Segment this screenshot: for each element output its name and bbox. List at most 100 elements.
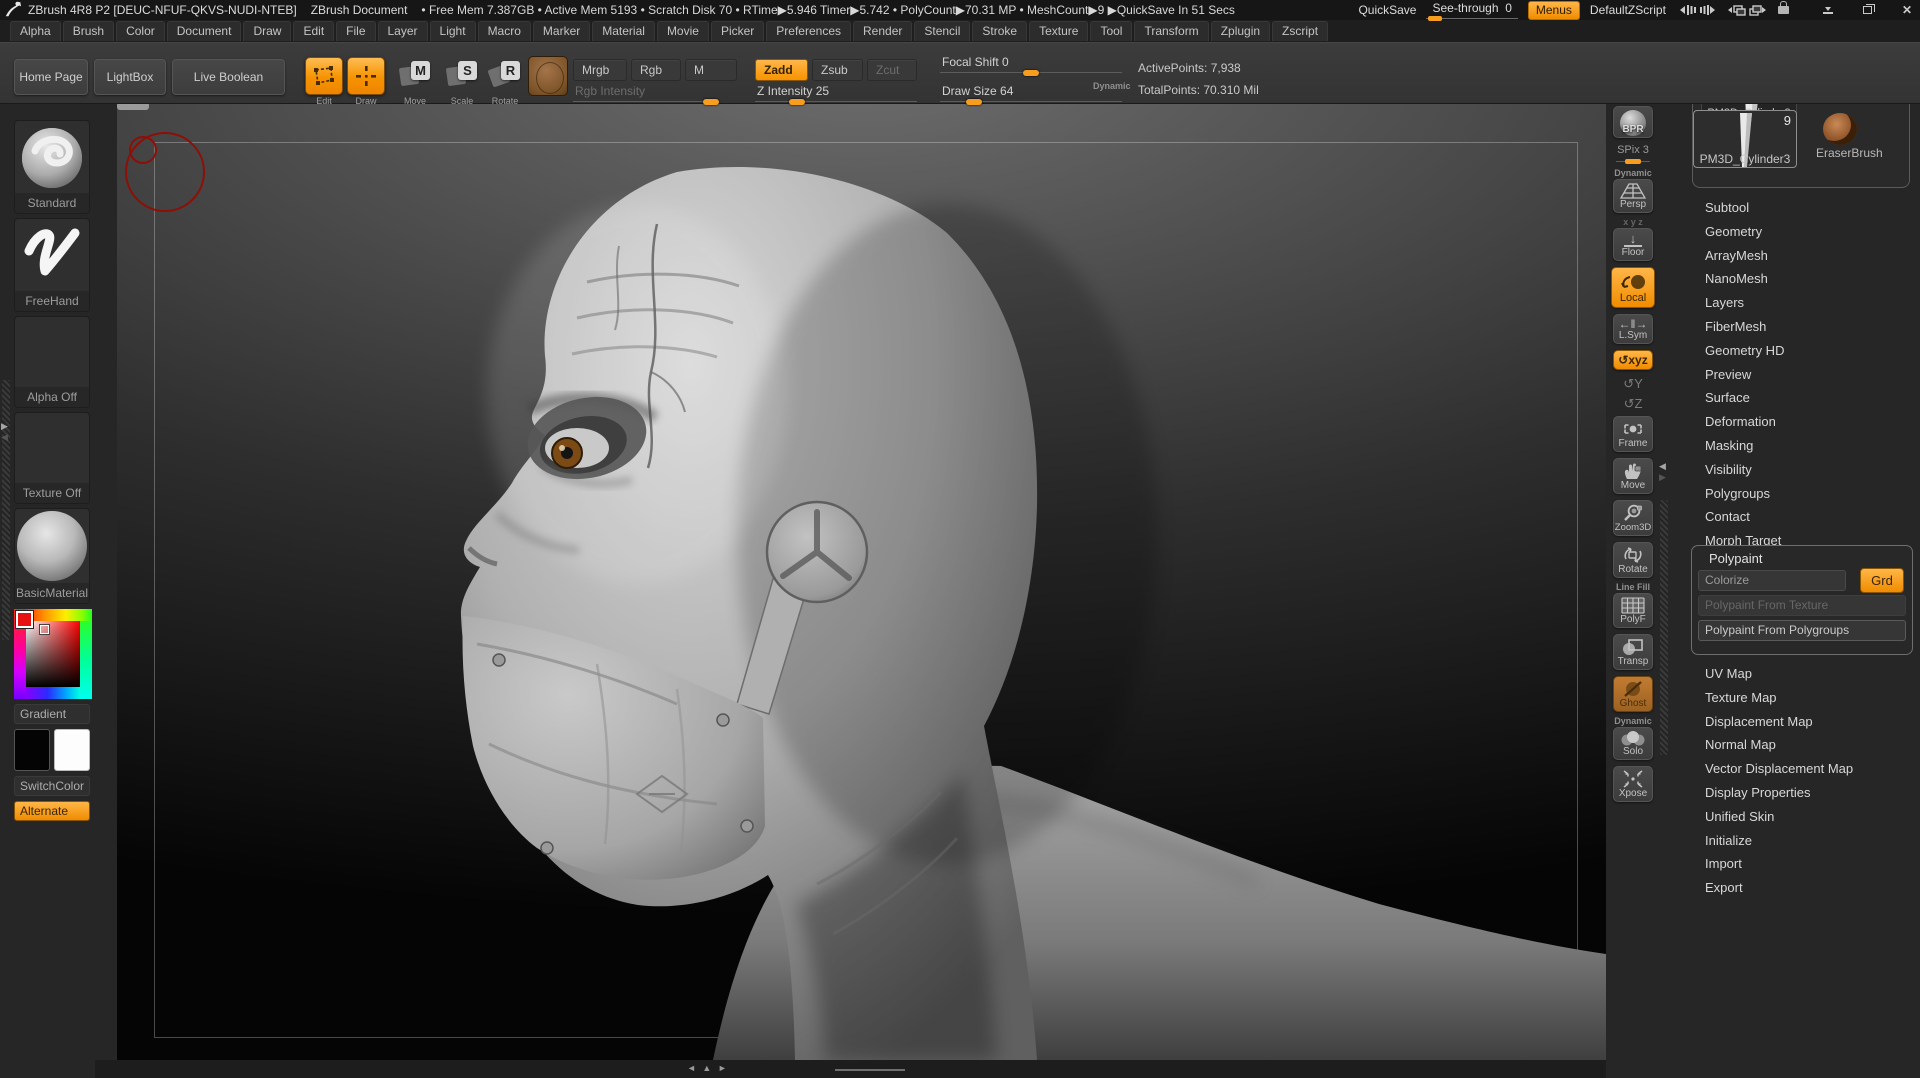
default-zscript-button[interactable]: DefaultZScript xyxy=(1590,3,1666,17)
tool-menu-layers[interactable]: Layers xyxy=(1688,291,1920,315)
current-tool[interactable]: 9 PM3D_Cylinder3 xyxy=(1693,110,1797,168)
tool-item-eraserbrush[interactable]: EraserBrush xyxy=(1816,146,1883,160)
tool-menu-unified-skin[interactable]: Unified Skin xyxy=(1688,805,1920,829)
move-view-button[interactable]: Move xyxy=(1613,458,1653,494)
live-boolean-button[interactable]: Live Boolean xyxy=(172,59,285,95)
current-brush-standard[interactable]: Standard xyxy=(14,120,90,214)
rgb-button[interactable]: Rgb xyxy=(631,59,681,81)
ghost-button[interactable]: Ghost xyxy=(1613,676,1653,712)
move-button[interactable]: M xyxy=(400,61,430,89)
color-picker[interactable] xyxy=(14,609,92,699)
z-intensity-slider[interactable]: Z Intensity 25 xyxy=(755,84,917,102)
menu-draw[interactable]: Draw xyxy=(243,21,291,41)
frame-button[interactable]: Frame xyxy=(1613,416,1653,452)
xpose-button[interactable]: Xpose xyxy=(1613,766,1653,802)
focal-shift-slider[interactable]: Focal Shift 0 xyxy=(940,55,1122,73)
tool-menu-uv-map[interactable]: UV Map xyxy=(1688,662,1920,686)
polypaint-from-texture-button[interactable]: Polypaint From Texture xyxy=(1698,595,1906,616)
switchcolor-button[interactable]: SwitchColor xyxy=(14,776,90,796)
current-material-swatch[interactable] xyxy=(528,56,568,96)
menu-movie[interactable]: Movie xyxy=(657,21,709,41)
saturation-value-square[interactable] xyxy=(26,621,80,687)
canvas-bottom-handle[interactable]: ◄ ▲ ► xyxy=(687,1063,729,1073)
hue-bar-top[interactable] xyxy=(26,609,92,621)
grd-button[interactable]: Grd xyxy=(1860,568,1904,593)
quicksave-button[interactable]: QuickSave xyxy=(1358,3,1416,17)
left-divider-strip[interactable] xyxy=(2,380,10,640)
alternate-button[interactable]: Alternate xyxy=(14,801,90,821)
window-cascade-icons[interactable] xyxy=(1726,4,1768,17)
current-stroke-freehand[interactable]: FreeHand xyxy=(14,218,90,312)
dynamic-toggle[interactable]: Dynamic xyxy=(1093,81,1131,91)
persp-button[interactable]: Persp xyxy=(1613,179,1653,213)
home-page-button[interactable]: Home Page xyxy=(14,59,88,95)
tool-menu-displacement-map[interactable]: Displacement Map xyxy=(1688,710,1920,734)
menu-tool[interactable]: Tool xyxy=(1090,21,1132,41)
menu-preferences[interactable]: Preferences xyxy=(766,21,851,41)
menu-color[interactable]: Color xyxy=(116,21,165,41)
scale-button[interactable]: S xyxy=(447,61,477,89)
m-button[interactable]: M xyxy=(685,59,737,81)
tool-menu-geometry[interactable]: Geometry xyxy=(1688,220,1920,244)
minimize-button[interactable] xyxy=(1823,6,1833,14)
viewport-canvas[interactable] xyxy=(117,104,1606,1060)
tool-menu-initialize[interactable]: Initialize xyxy=(1688,829,1920,853)
lock-icon[interactable] xyxy=(1778,6,1789,14)
current-color-swatch[interactable] xyxy=(16,611,33,628)
canvas-bottom-scrollbar[interactable] xyxy=(835,1069,905,1071)
tool-menu-texture-map[interactable]: Texture Map xyxy=(1688,686,1920,710)
rgb-intensity-slider[interactable]: Rgb Intensity xyxy=(573,84,719,102)
mrgb-button[interactable]: Mrgb xyxy=(573,59,627,81)
menus-button[interactable]: Menus xyxy=(1528,1,1580,20)
tool-menu-masking[interactable]: Masking xyxy=(1688,434,1920,458)
menu-layer[interactable]: Layer xyxy=(378,21,428,41)
colorize-button[interactable]: Colorize xyxy=(1698,570,1846,591)
tool-menu-nanomesh[interactable]: NanoMesh xyxy=(1688,267,1920,291)
zsub-button[interactable]: Zsub xyxy=(812,59,863,81)
right-divider-strip[interactable] xyxy=(1660,500,1668,755)
menu-picker[interactable]: Picker xyxy=(711,21,764,41)
tool-menu-geometry-hd[interactable]: Geometry HD xyxy=(1688,339,1920,363)
menu-transform[interactable]: Transform xyxy=(1134,21,1208,41)
tool-menu-vector-displacement-map[interactable]: Vector Displacement Map xyxy=(1688,757,1920,781)
rotate-view-button[interactable]: Rotate xyxy=(1613,542,1653,578)
menu-macro[interactable]: Macro xyxy=(478,21,531,41)
draw-button[interactable] xyxy=(347,57,385,95)
zcut-button[interactable]: Zcut xyxy=(867,59,917,81)
tool-menu-subtool[interactable]: Subtool xyxy=(1688,196,1920,220)
tool-menu-deformation[interactable]: Deformation xyxy=(1688,410,1920,434)
menu-alpha[interactable]: Alpha xyxy=(10,21,61,41)
tool-menu-contact[interactable]: Contact xyxy=(1688,505,1920,529)
polypaint-from-polygroups-button[interactable]: Polypaint From Polygroups xyxy=(1698,620,1906,641)
tool-menu-polygroups[interactable]: Polygroups xyxy=(1688,482,1920,506)
edit-button[interactable] xyxy=(305,57,343,95)
tool-menu-display-properties[interactable]: Display Properties xyxy=(1688,781,1920,805)
tool-menu-fibermesh[interactable]: FiberMesh xyxy=(1688,315,1920,339)
tool-menu-normal-map[interactable]: Normal Map xyxy=(1688,733,1920,757)
main-color-swatch[interactable] xyxy=(14,729,50,771)
spix-slider[interactable]: SPix 3 xyxy=(1616,144,1650,166)
hue-bar-bottom[interactable] xyxy=(26,687,80,699)
polypaint-title[interactable]: Polypaint xyxy=(1698,551,1906,566)
lightbox-button[interactable]: LightBox xyxy=(94,59,166,95)
polyf-button[interactable]: PolyF xyxy=(1613,593,1653,628)
local-button[interactable]: Local xyxy=(1611,267,1655,308)
transp-button[interactable]: Transp xyxy=(1613,634,1653,670)
menu-stroke[interactable]: Stroke xyxy=(972,21,1027,41)
menu-zscript[interactable]: Zscript xyxy=(1272,21,1328,41)
close-button[interactable]: ✕ xyxy=(1902,3,1912,17)
rotate-y-button[interactable]: ↺Y xyxy=(1623,376,1643,392)
lsym-button[interactable]: ←‖→ L.Sym xyxy=(1613,314,1653,344)
rotate-z-button[interactable]: ↺Z xyxy=(1624,396,1643,412)
tool-menu-import[interactable]: Import xyxy=(1688,852,1920,876)
zadd-button[interactable]: Zadd xyxy=(755,59,808,81)
menu-texture[interactable]: Texture xyxy=(1029,21,1088,41)
bpr-button[interactable]: BPR xyxy=(1613,106,1653,138)
floor-button[interactable]: ↓ Floor xyxy=(1613,228,1653,261)
tool-menu-preview[interactable]: Preview xyxy=(1688,363,1920,387)
menu-marker[interactable]: Marker xyxy=(533,21,590,41)
menu-render[interactable]: Render xyxy=(853,21,912,41)
menu-material[interactable]: Material xyxy=(592,21,655,41)
menu-brush[interactable]: Brush xyxy=(63,21,114,41)
divider-toggle-icons[interactable] xyxy=(1676,4,1716,16)
